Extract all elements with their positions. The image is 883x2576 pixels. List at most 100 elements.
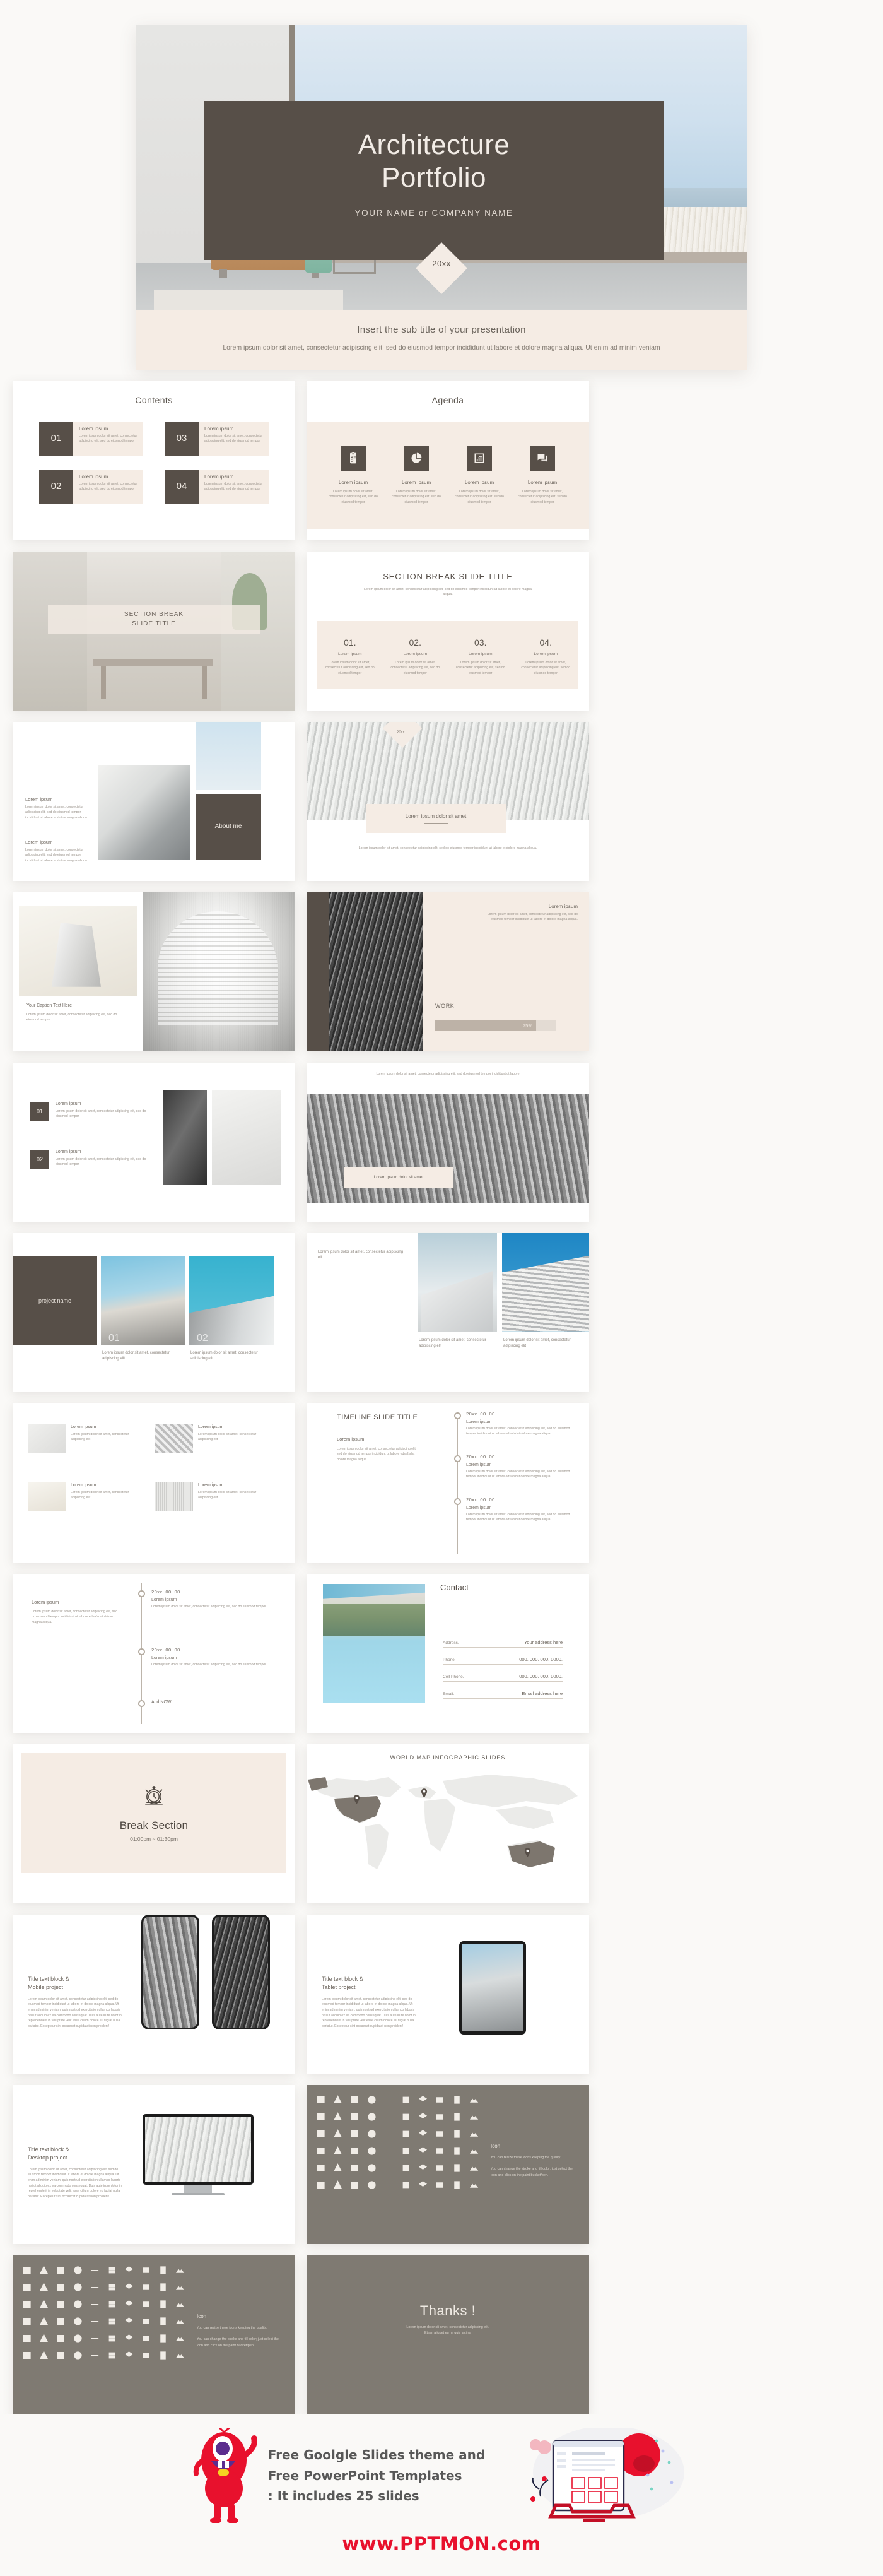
pin-europe[interactable] <box>421 1788 428 1798</box>
slide-image-caption[interactable]: Your Caption Text Here Lorem ipsum dolor… <box>13 892 295 1051</box>
slide-wide-photo[interactable]: Lorem ipsum dolor sit amet, consectetur … <box>307 1062 589 1222</box>
icon-sheet-glyph[interactable] <box>382 2094 395 2106</box>
icon-sheet-glyph[interactable] <box>122 2315 135 2328</box>
icon-sheet-glyph[interactable] <box>433 2179 446 2192</box>
icon-sheet-glyph[interactable] <box>88 2315 101 2328</box>
icon-sheet-glyph[interactable] <box>88 2264 101 2277</box>
icon-sheet-glyph[interactable] <box>314 2145 327 2158</box>
icon-sheet-glyph[interactable] <box>450 2179 463 2192</box>
icon-sheet-glyph[interactable] <box>433 2162 446 2175</box>
timeline-item[interactable]: 20xx. 00. 00 Lorem ipsum Lorem ipsum dol… <box>466 1411 580 1437</box>
slide-thanks[interactable]: Thanks ! Lorem ipsum dolor sit amet, con… <box>307 2255 589 2414</box>
icon-sheet-glyph[interactable] <box>450 2162 463 2175</box>
slide-about-me[interactable]: About me Lorem ipsum Lorem ipsum dolor s… <box>13 721 295 881</box>
icon-sheet-glyph[interactable] <box>20 2332 33 2345</box>
pin-north-america[interactable] <box>353 1794 360 1804</box>
icon-sheet-glyph[interactable] <box>156 2281 169 2294</box>
icon-sheet-glyph[interactable] <box>173 2264 186 2277</box>
icon-sheet-glyph[interactable] <box>37 2349 50 2362</box>
icon-sheet-glyph[interactable] <box>467 2111 480 2124</box>
icon-sheet-glyph[interactable] <box>105 2332 118 2345</box>
section-break4-item[interactable]: 01. Lorem ipsum Lorem ipsum dolor sit am… <box>317 621 383 689</box>
icon-sheet-glyph[interactable] <box>365 2094 378 2106</box>
icon-sheet-glyph[interactable] <box>105 2264 118 2277</box>
project-name-box[interactable]: project name <box>13 1255 97 1345</box>
icon-sheet-glyph[interactable] <box>139 2315 152 2328</box>
section-break4-item[interactable]: 02. Lorem ipsum Lorem ipsum dolor sit am… <box>383 621 448 689</box>
section-break4-item[interactable]: 04. Lorem ipsum Lorem ipsum dolor sit am… <box>513 621 579 689</box>
icon-sheet-glyph[interactable] <box>54 2264 67 2277</box>
icon-sheet-glyph[interactable] <box>433 2094 446 2106</box>
icon-sheet-glyph[interactable] <box>37 2264 50 2277</box>
icon-sheet-glyph[interactable] <box>88 2281 101 2294</box>
icon-sheet-glyph[interactable] <box>156 2349 169 2362</box>
icon-sheet-glyph[interactable] <box>54 2315 67 2328</box>
icon-sheet-glyph[interactable] <box>348 2111 361 2124</box>
icon-sheet-glyph[interactable] <box>399 2128 412 2141</box>
icon-sheet-glyph[interactable] <box>139 2349 152 2362</box>
agenda-item[interactable]: Lorem ipsum Lorem ipsum dolor sit amet, … <box>515 445 570 505</box>
icon-sheet-glyph[interactable] <box>71 2332 84 2345</box>
icon-sheet-glyph[interactable] <box>173 2332 186 2345</box>
icon-sheet-glyph[interactable] <box>416 2094 429 2106</box>
slide-mockup-mobile[interactable]: Title text block & Mobile project Lorem … <box>13 1914 295 2074</box>
icon-sheet-glyph[interactable] <box>382 2145 395 2158</box>
icon-sheet-glyph[interactable] <box>348 2179 361 2192</box>
slide-icon-sheet-2[interactable]: Icon You can resize these icons keeping … <box>13 2255 295 2414</box>
icon-sheet-glyph[interactable] <box>105 2281 118 2294</box>
contents-item[interactable]: 01 Lorem ipsum Lorem ipsum dolor sit ame… <box>39 421 143 456</box>
slide-work[interactable]: Lorem ipsum Lorem ipsum dolor sit amet, … <box>307 892 589 1051</box>
icon-sheet-glyph[interactable] <box>382 2179 395 2192</box>
icon-sheet-glyph[interactable] <box>20 2298 33 2311</box>
agenda-item[interactable]: Lorem ipsum Lorem ipsum dolor sit amet, … <box>389 445 443 505</box>
icon-sheet-glyph[interactable] <box>433 2111 446 2124</box>
icon-sheet-glyph[interactable] <box>433 2145 446 2158</box>
icon-sheet-glyph[interactable] <box>71 2281 84 2294</box>
slide-section-break-photo[interactable]: SECTION BREAK SLIDE TITLE <box>13 551 295 711</box>
icon-sheet-glyph[interactable] <box>156 2315 169 2328</box>
icon-sheet-glyph[interactable] <box>71 2264 84 2277</box>
icon-sheet-glyph[interactable] <box>173 2315 186 2328</box>
contact-row[interactable]: Address. Your address here <box>443 1640 563 1648</box>
slide-section-break-four[interactable]: SECTION BREAK SLIDE TITLE Lorem ipsum do… <box>307 551 589 711</box>
icon-sheet-glyph[interactable] <box>467 2145 480 2158</box>
icon-sheet-glyph[interactable] <box>450 2145 463 2158</box>
icon-sheet-glyph[interactable] <box>450 2111 463 2124</box>
pptmon-url[interactable]: www.PPTMON.com <box>0 2533 883 2555</box>
slide-mockup-desktop[interactable]: Title text block & Desktop project Lorem… <box>13 2084 295 2244</box>
icon-sheet-glyph[interactable] <box>416 2111 429 2124</box>
icon-sheet-glyph[interactable] <box>365 2162 378 2175</box>
about-me-badge[interactable]: About me <box>196 793 261 860</box>
icon-sheet-glyph[interactable] <box>348 2094 361 2106</box>
icon-sheet-glyph[interactable] <box>314 2128 327 2141</box>
icon-sheet-glyph[interactable] <box>88 2332 101 2345</box>
slide-contact[interactable]: Contact Address. Your address here Phone… <box>307 1573 589 1733</box>
icon-sheet-glyph[interactable] <box>139 2298 152 2311</box>
icon-sheet-glyph[interactable] <box>331 2111 344 2124</box>
slide-timeline[interactable]: TIMELINE SLIDE TITLE Lorem ipsum Lorem i… <box>307 1403 589 1563</box>
icon-sheet-glyph[interactable] <box>122 2298 135 2311</box>
icon-sheet-glyph[interactable] <box>156 2298 169 2311</box>
icon-sheet-glyph[interactable] <box>348 2128 361 2141</box>
timeline2-item[interactable]: 20xx. 00. 00 Lorem ipsum Lorem ipsum dol… <box>151 1647 271 1668</box>
icon-sheet-glyph[interactable] <box>314 2179 327 2192</box>
icon-sheet-glyph[interactable] <box>382 2128 395 2141</box>
contents-item[interactable]: 03 Lorem ipsum Lorem ipsum dolor sit ame… <box>165 421 269 456</box>
contact-row[interactable]: Phone. 000. 000. 000. 0000. <box>443 1657 563 1665</box>
icon-sheet-glyph[interactable] <box>71 2298 84 2311</box>
slide-numbered-photo[interactable]: 01 Lorem ipsum Lorem ipsum dolor sit ame… <box>13 1062 295 1222</box>
icon-sheet-glyph[interactable] <box>467 2128 480 2141</box>
icon-sheet-glyph[interactable] <box>365 2179 378 2192</box>
icon-sheet-glyph[interactable] <box>331 2145 344 2158</box>
icon-sheet-glyph[interactable] <box>365 2128 378 2141</box>
icon-sheet-glyph[interactable] <box>122 2349 135 2362</box>
icon-sheet-glyph[interactable] <box>399 2179 412 2192</box>
timeline-item[interactable]: 20xx. 00. 00 Lorem ipsum Lorem ipsum dol… <box>466 1454 580 1480</box>
icon-sheet-glyph[interactable] <box>416 2128 429 2141</box>
slide-contents[interactable]: Contents 01 Lorem ipsum Lorem ipsum dolo… <box>13 381 295 540</box>
icon-sheet-glyph[interactable] <box>382 2111 395 2124</box>
icon-sheet-glyph[interactable] <box>122 2332 135 2345</box>
icon-sheet-glyph[interactable] <box>20 2281 33 2294</box>
icon-sheet-glyph[interactable] <box>348 2162 361 2175</box>
icon-sheet-glyph[interactable] <box>20 2264 33 2277</box>
